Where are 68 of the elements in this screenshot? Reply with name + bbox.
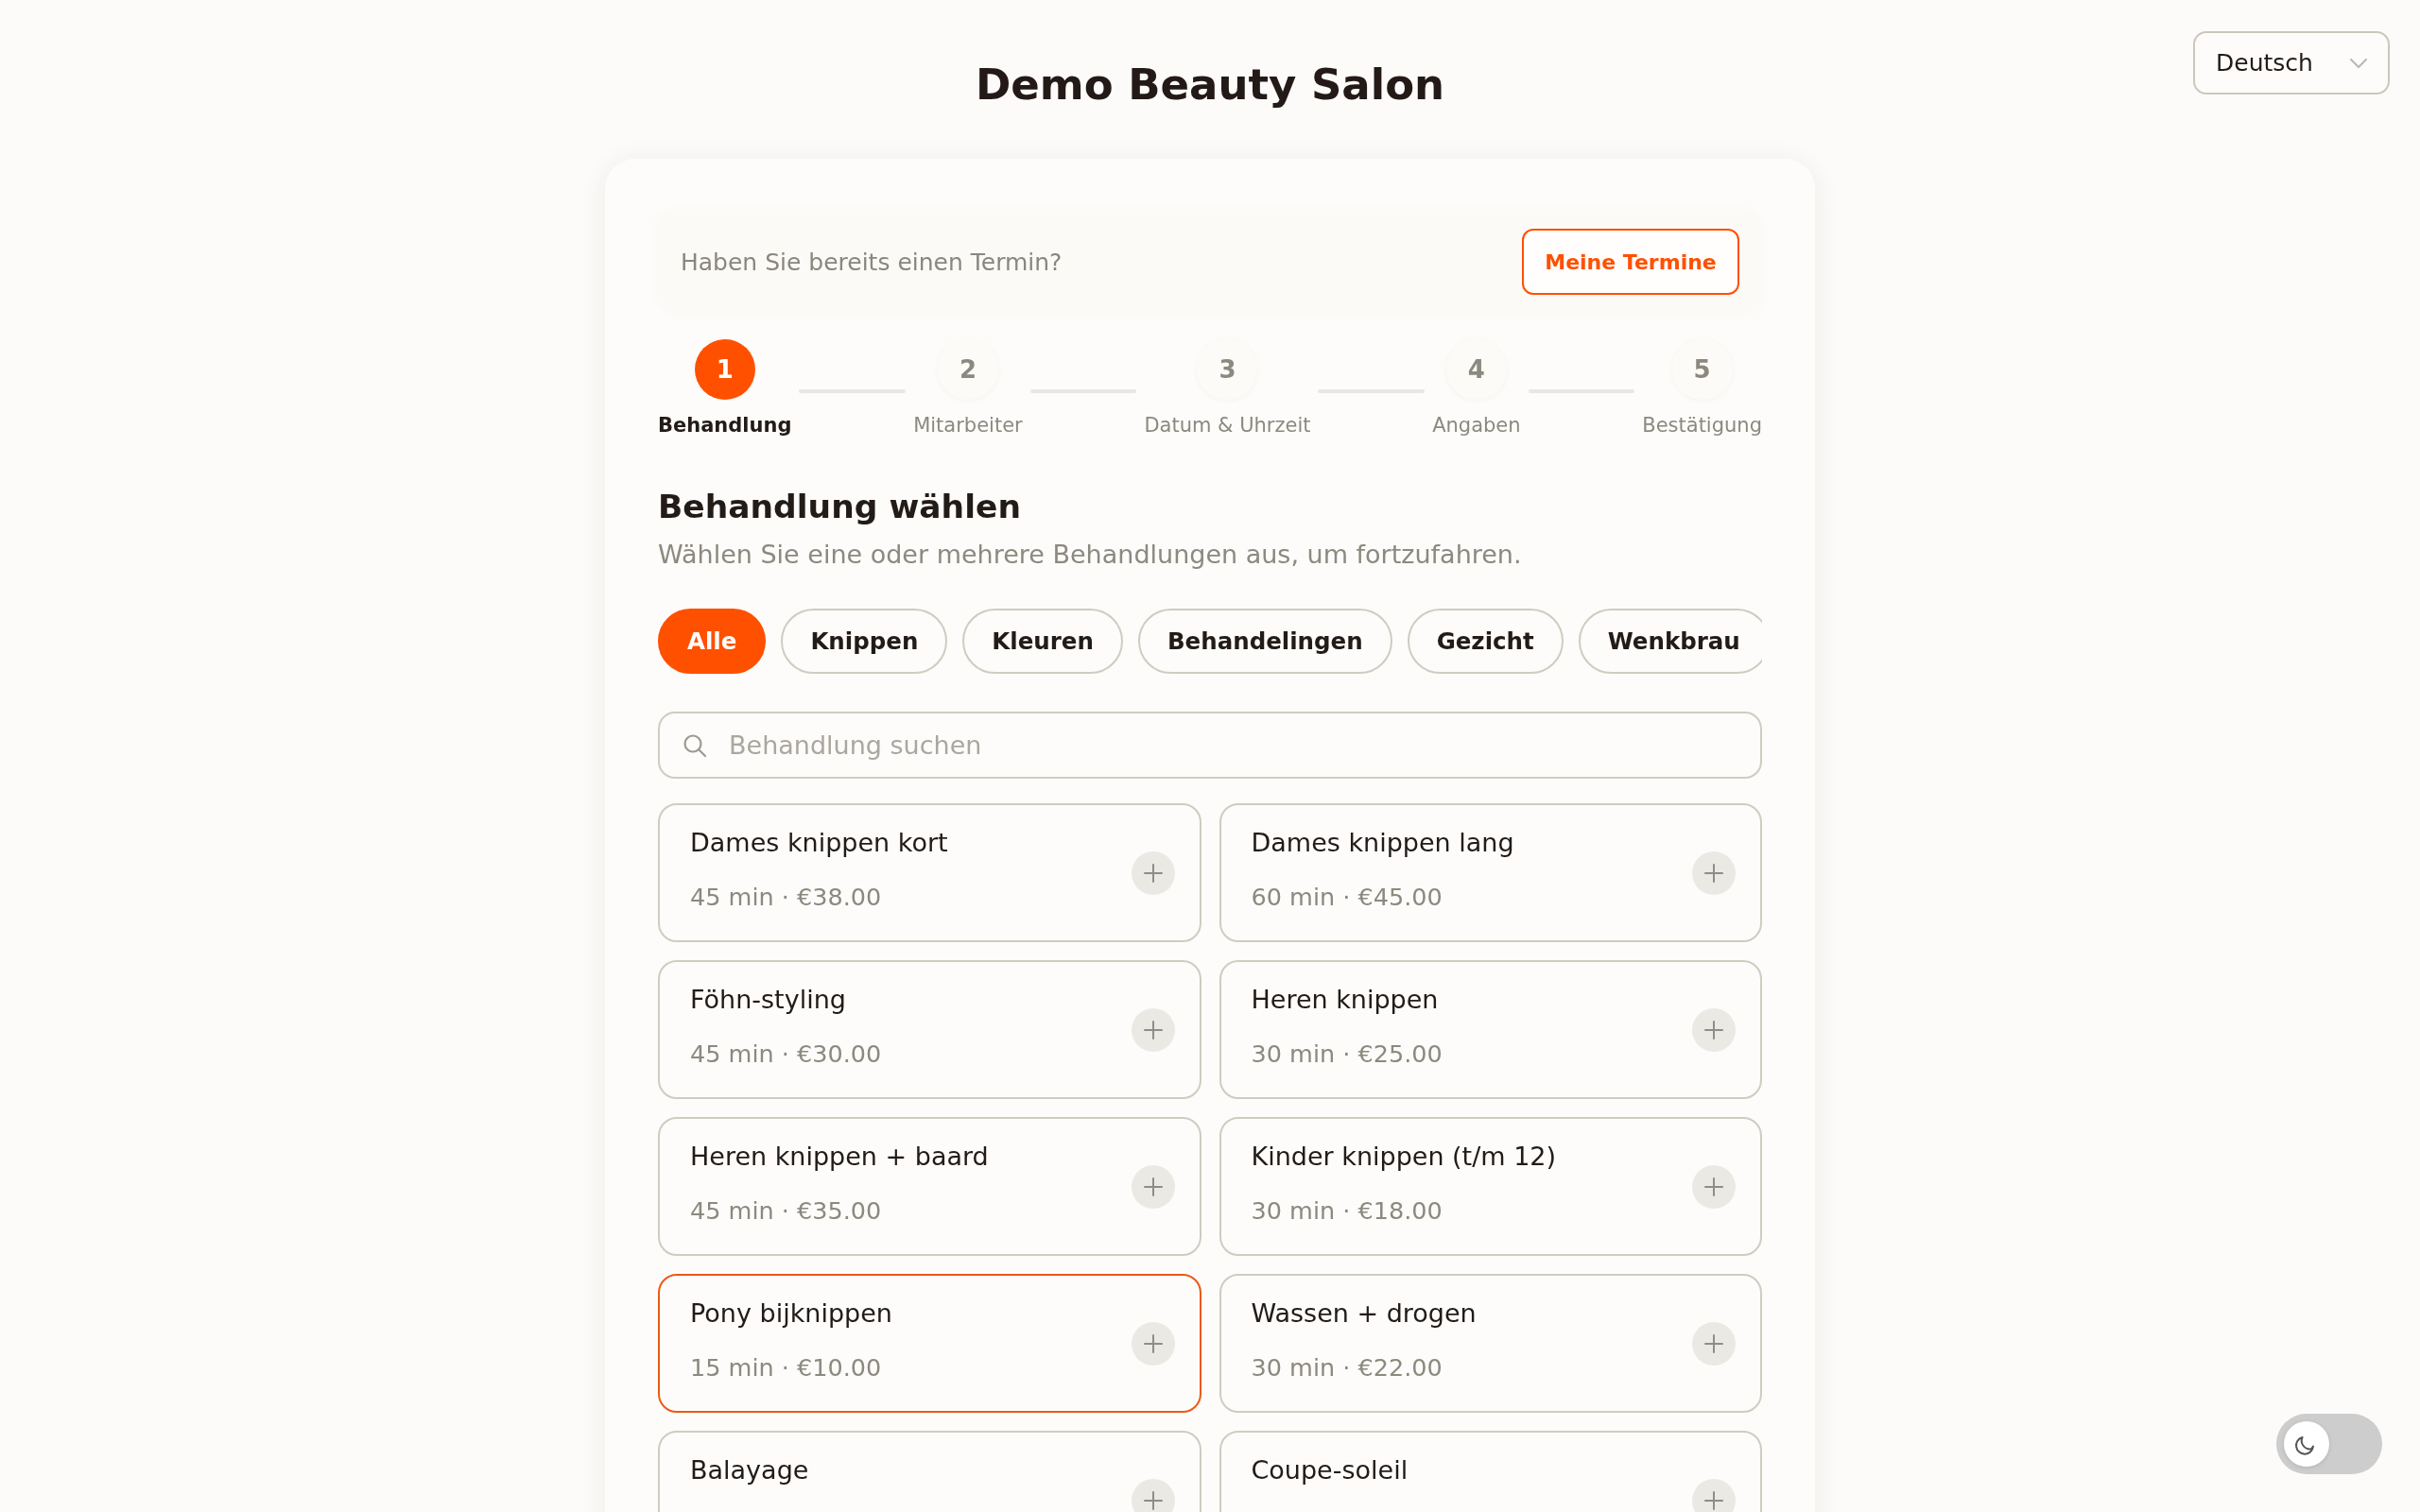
plus-icon (1143, 863, 1163, 883)
step-number: 1 (694, 339, 755, 400)
section-description: Wählen Sie eine oder mehrere Behandlungen aus, um fortzufahren. (658, 539, 1523, 571)
step-label: Behandlung (658, 413, 792, 438)
add-button[interactable] (1692, 1478, 1736, 1512)
add-button[interactable] (1692, 1007, 1736, 1052)
service-card[interactable]: Dames knippen kort 45 min · €38.00 (658, 803, 1201, 942)
service-card[interactable]: Dames knippen lang 60 min · €45.00 (1219, 803, 1762, 942)
service-card[interactable]: Heren knippen 30 min · €25.00 (1219, 960, 1762, 1099)
service-name: Pony bijknippen (690, 1297, 893, 1330)
service-card[interactable]: Föhn-styling 45 min · €30.00 (658, 960, 1201, 1099)
service-name: Balayage (690, 1454, 810, 1486)
add-button[interactable] (1692, 850, 1736, 895)
step-number: 5 (1671, 339, 1733, 400)
step-label: Bestätigung (1642, 413, 1762, 438)
service-details: 15 min · €10.00 (690, 1352, 883, 1383)
category-chip[interactable]: Kleuren (962, 609, 1123, 674)
plus-icon (1704, 1020, 1723, 1040)
chevron-down-icon (2350, 58, 2367, 68)
service-card[interactable]: Pony bijknippen 15 min · €10.00 (658, 1274, 1201, 1413)
service-card[interactable]: Coupe-soleil (1219, 1431, 1762, 1512)
language-select[interactable]: Deutsch (2193, 31, 2390, 94)
service-name: Kinder knippen (t/m 12) (1251, 1141, 1558, 1173)
category-chip[interactable]: Behandelingen (1137, 609, 1392, 674)
plus-icon (1143, 1333, 1163, 1353)
step-label: Angaben (1432, 413, 1521, 438)
search-icon (683, 733, 707, 758)
step-number: 2 (937, 339, 998, 400)
service-details: 45 min · €35.00 (690, 1195, 883, 1227)
service-details: 30 min · €18.00 (1251, 1195, 1443, 1227)
section-heading: Behandlung wählen (658, 487, 1022, 527)
step-label: Mitarbeiter (913, 413, 1023, 438)
service-name: Wassen + drogen (1251, 1297, 1478, 1330)
service-name: Coupe-soleil (1251, 1454, 1409, 1486)
plus-icon (1143, 1020, 1163, 1040)
step-number: 3 (1197, 339, 1258, 400)
service-card[interactable]: Wassen + drogen 30 min · €22.00 (1219, 1274, 1762, 1413)
category-chip[interactable]: Wenkbrau (1578, 609, 1762, 674)
add-button[interactable] (1692, 1164, 1736, 1209)
service-card[interactable]: Balayage (658, 1431, 1201, 1512)
banner-text: Haben Sie bereits einen Termin? (681, 248, 1063, 276)
service-name: Dames knippen kort (690, 827, 949, 859)
service-name: Föhn-styling (690, 984, 847, 1016)
service-name: Dames knippen lang (1251, 827, 1515, 859)
plus-icon (1704, 863, 1723, 883)
service-card[interactable]: Kinder knippen (t/m 12) 30 min · €18.00 (1219, 1117, 1762, 1256)
plus-icon (1143, 1490, 1163, 1510)
add-button[interactable] (1131, 1478, 1175, 1512)
step-label: Datum & Uhrzeit (1144, 413, 1311, 438)
step-number: 4 (1445, 339, 1507, 400)
service-name: Heren knippen + baard (690, 1141, 990, 1173)
plus-icon (1143, 1177, 1163, 1196)
service-card[interactable]: Heren knippen + baard 45 min · €35.00 (658, 1117, 1201, 1256)
add-button[interactable] (1692, 1321, 1736, 1366)
service-details: 45 min · €30.00 (690, 1039, 883, 1070)
service-details: 60 min · €45.00 (1251, 882, 1443, 913)
page-title: Demo Beauty Salon (975, 59, 1445, 112)
plus-icon (1704, 1490, 1723, 1510)
service-details: 45 min · €38.00 (690, 882, 883, 913)
service-details: 30 min · €22.00 (1251, 1352, 1443, 1383)
plus-icon (1704, 1177, 1723, 1196)
moon-icon (2284, 1421, 2329, 1467)
category-chip[interactable]: Knippen (781, 609, 948, 674)
category-chip[interactable]: Gezicht (1407, 609, 1564, 674)
service-name: Heren knippen (1251, 984, 1440, 1016)
service-details: 30 min · €25.00 (1251, 1039, 1443, 1070)
search-field[interactable]: Behandlung suchen (658, 712, 1762, 779)
plus-icon (1704, 1333, 1723, 1353)
